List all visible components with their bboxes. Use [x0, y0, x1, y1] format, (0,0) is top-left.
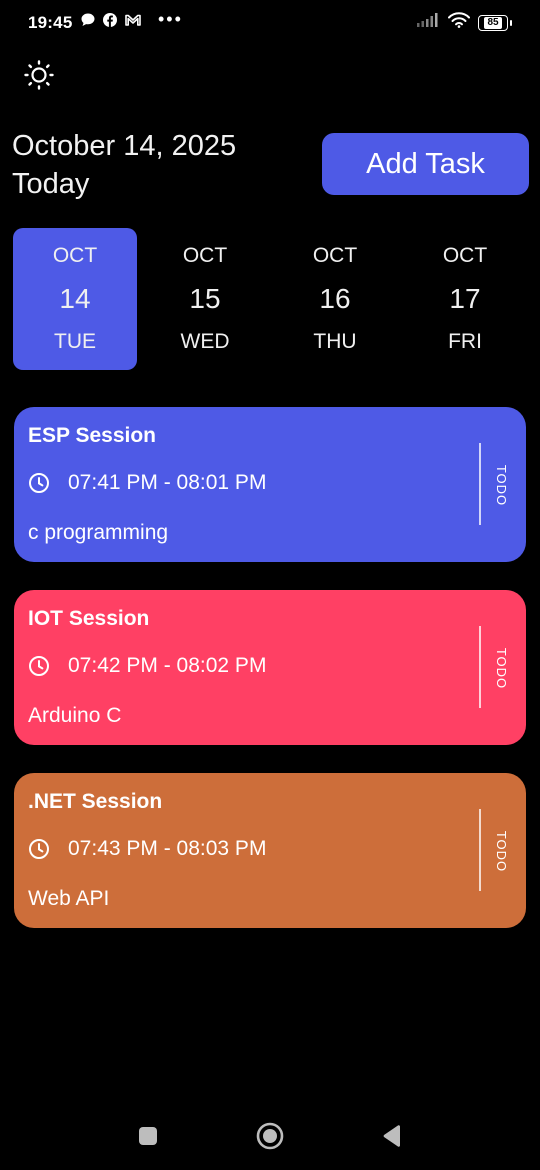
- task-title: .NET Session: [28, 790, 163, 813]
- date-day: 14: [59, 283, 91, 314]
- task-status-label: TODO: [494, 647, 510, 689]
- back-button[interactable]: [378, 1124, 406, 1152]
- task-time: 07:43 PM - 08:03 PM: [68, 837, 267, 860]
- clock-icon: [28, 472, 50, 494]
- task-title: IOT Session: [28, 607, 150, 630]
- facebook-icon: [102, 12, 118, 28]
- clock-icon: [28, 838, 50, 860]
- date-day: 17: [449, 283, 481, 314]
- date-weekday: WED: [180, 330, 230, 353]
- battery-icon: 85: [478, 14, 512, 31]
- system-navigation-bar: [0, 1110, 540, 1170]
- date-cell-oct-14[interactable]: OCT 14 TUE: [13, 228, 137, 370]
- date-day: 15: [189, 283, 221, 314]
- date-month: OCT: [442, 244, 488, 267]
- date-weekday: FRI: [448, 330, 482, 353]
- wifi-icon: [448, 12, 470, 33]
- task-time: 07:41 PM - 08:01 PM: [68, 471, 267, 494]
- battery-level: 85: [484, 16, 502, 29]
- square-icon: [137, 1125, 159, 1152]
- task-time: 07:42 PM - 08:02 PM: [68, 654, 267, 677]
- task-status: TODO: [490, 829, 514, 873]
- system-icons: 85: [416, 12, 512, 33]
- task-card-esp-session[interactable]: ESP Session 07:41 PM - 08:01 PM c progra…: [14, 407, 526, 562]
- task-card-iot-session[interactable]: IOT Session 07:42 PM - 08:02 PM Arduino …: [14, 590, 526, 745]
- gmail-icon: [124, 12, 142, 28]
- date-month: OCT: [312, 244, 358, 267]
- task-note: Web API: [28, 887, 110, 910]
- add-task-button[interactable]: Add Task: [322, 133, 529, 195]
- task-status: TODO: [490, 463, 514, 507]
- task-time-row: 07:43 PM - 08:03 PM: [28, 837, 266, 861]
- task-time-row: 07:41 PM - 08:01 PM: [28, 471, 266, 495]
- status-bar: 19:45 ••• 85: [0, 0, 540, 46]
- date-picker-strip: OCT 14 TUE OCT 15 WED OCT 16 THU OCT 17 …: [13, 228, 527, 371]
- date-weekday: TUE: [54, 330, 96, 353]
- task-note: Arduino C: [28, 704, 122, 727]
- more-notifications-icon: •••: [158, 9, 183, 29]
- task-time-row: 07:42 PM - 08:02 PM: [28, 654, 266, 678]
- sun-icon: [23, 59, 55, 96]
- task-card-net-session[interactable]: .NET Session 07:43 PM - 08:03 PM Web API…: [14, 773, 526, 928]
- date-day: 16: [319, 283, 351, 314]
- date-cell-oct-15[interactable]: OCT 15 WED: [143, 228, 267, 370]
- date-weekday: THU: [313, 330, 357, 353]
- home-button[interactable]: [254, 1122, 286, 1155]
- task-divider: [479, 443, 481, 525]
- date-cell-oct-16[interactable]: OCT 16 THU: [273, 228, 397, 370]
- task-status-label: TODO: [494, 830, 510, 872]
- clock-icon: [28, 655, 50, 677]
- date-month: OCT: [52, 244, 98, 267]
- task-title: ESP Session: [28, 424, 157, 447]
- current-date: October 14, 2025: [12, 130, 237, 162]
- signal-icon: [416, 12, 440, 33]
- theme-toggle-button[interactable]: [22, 59, 56, 96]
- recent-apps-button[interactable]: [134, 1124, 162, 1152]
- task-status-label: TODO: [494, 464, 510, 506]
- back-triangle-icon: [381, 1124, 403, 1153]
- status-time: 19:45: [28, 13, 73, 32]
- notification-icons: [80, 12, 142, 28]
- task-note: c programming: [28, 521, 169, 544]
- task-divider: [479, 809, 481, 891]
- task-status: TODO: [490, 646, 514, 690]
- date-cell-oct-17[interactable]: OCT 17 FRI: [403, 228, 527, 370]
- today-label: Today: [12, 168, 90, 200]
- home-circle-icon: [256, 1122, 284, 1155]
- date-month: OCT: [182, 244, 228, 267]
- task-divider: [479, 626, 481, 708]
- chat-bubble-icon: [80, 12, 96, 28]
